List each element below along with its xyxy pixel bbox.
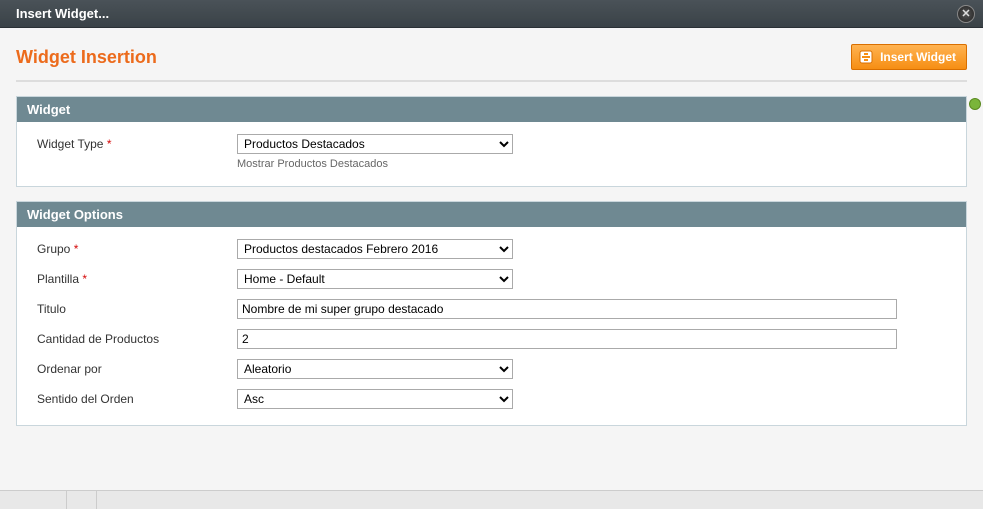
cantidad-input[interactable] (237, 329, 897, 349)
widget-options-body: Grupo * Productos destacados Febrero 201… (17, 227, 966, 425)
window-body: Widget Insertion Insert Widget Widget Wi… (0, 28, 983, 490)
divider (66, 491, 67, 509)
plantilla-label-text: Plantilla (37, 272, 79, 286)
cantidad-label: Cantidad de Productos (37, 329, 237, 346)
widget-panel: Widget Widget Type * Productos Destacado… (16, 96, 967, 187)
titulo-input[interactable] (237, 299, 897, 319)
bottom-strip (0, 490, 983, 509)
insert-widget-label: Insert Widget (880, 50, 956, 64)
close-icon[interactable]: ✕ (957, 5, 975, 23)
ordenar-select[interactable]: Aleatorio (237, 359, 513, 379)
cantidad-field (237, 329, 946, 349)
titlebar: Insert Widget... ✕ (0, 0, 983, 28)
widget-icon (858, 49, 874, 65)
grupo-field: Productos destacados Febrero 2016 (237, 239, 946, 259)
widget-panel-heading: Widget (17, 97, 966, 122)
sentido-select[interactable]: Asc (237, 389, 513, 409)
widget-type-label-text: Widget Type (37, 137, 103, 151)
required-marker: * (82, 272, 87, 286)
plantilla-select[interactable]: Home - Default (237, 269, 513, 289)
check-icon (969, 98, 981, 110)
widget-type-select[interactable]: Productos Destacados (237, 134, 513, 154)
page-title: Widget Insertion (16, 47, 157, 68)
titulo-row: Titulo (37, 299, 946, 319)
required-marker: * (74, 242, 79, 256)
sentido-label: Sentido del Orden (37, 389, 237, 406)
sentido-field: Asc (237, 389, 946, 409)
widget-type-label: Widget Type * (37, 134, 237, 151)
titulo-field (237, 299, 946, 319)
widget-options-heading: Widget Options (17, 202, 966, 227)
ordenar-row: Ordenar por Aleatorio (37, 359, 946, 379)
grupo-label: Grupo * (37, 239, 237, 256)
insert-widget-button[interactable]: Insert Widget (851, 44, 967, 70)
widget-panel-body: Widget Type * Productos Destacados Mostr… (17, 122, 966, 186)
widget-type-field: Productos Destacados Mostrar Productos D… (237, 134, 946, 170)
ordenar-label: Ordenar por (37, 359, 237, 376)
cantidad-row: Cantidad de Productos (37, 329, 946, 349)
widget-type-row: Widget Type * Productos Destacados Mostr… (37, 134, 946, 170)
titulo-label: Titulo (37, 299, 237, 316)
plantilla-label: Plantilla * (37, 269, 237, 286)
divider (96, 491, 97, 509)
grupo-label-text: Grupo (37, 242, 70, 256)
grupo-select[interactable]: Productos destacados Febrero 2016 (237, 239, 513, 259)
header-row: Widget Insertion Insert Widget (16, 40, 967, 82)
window-title: Insert Widget... (16, 6, 109, 21)
plantilla-row: Plantilla * Home - Default (37, 269, 946, 289)
widget-options-panel: Widget Options Grupo * Productos destaca… (16, 201, 967, 426)
ordenar-field: Aleatorio (237, 359, 946, 379)
grupo-row: Grupo * Productos destacados Febrero 201… (37, 239, 946, 259)
required-marker: * (107, 137, 112, 151)
widget-type-help: Mostrar Productos Destacados (237, 158, 946, 170)
sentido-row: Sentido del Orden Asc (37, 389, 946, 409)
plantilla-field: Home - Default (237, 269, 946, 289)
